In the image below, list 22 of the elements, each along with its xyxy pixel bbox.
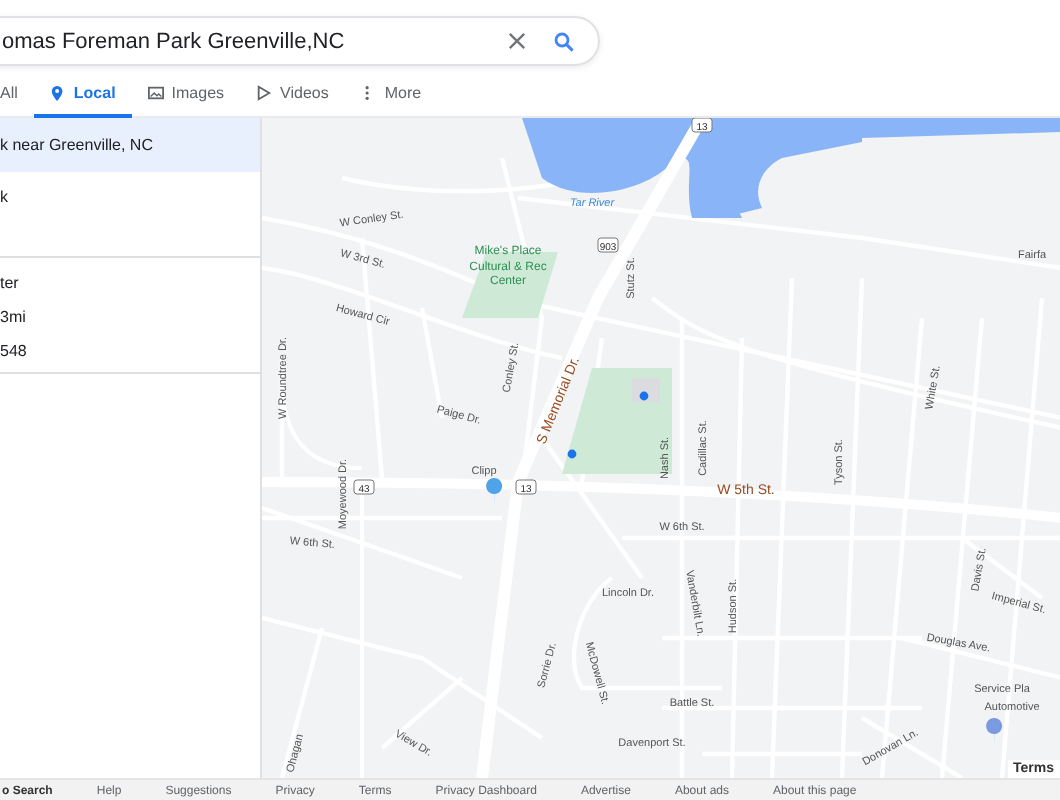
close-icon[interactable] [508, 32, 526, 50]
result-text: ter [0, 274, 21, 292]
search-field[interactable]: omas Foreman Park Greenville,NC [0, 16, 600, 66]
results-header: k near Greenville, NC [0, 118, 260, 172]
pin-icon [49, 83, 66, 101]
play-icon [256, 83, 273, 101]
tab[interactable]: All [0, 78, 34, 118]
result-item[interactable]: ter 3mi 548 [0, 258, 260, 374]
tab[interactable]: More [344, 78, 438, 118]
result-item[interactable]: k [0, 172, 260, 258]
location-dot[interactable] [639, 391, 649, 401]
building-shape [632, 378, 660, 402]
location-dot[interactable] [567, 449, 577, 459]
result-text: 3mi [0, 308, 28, 326]
result-text: 548 [0, 342, 29, 360]
park-area [462, 252, 558, 318]
tab[interactable]: Images [131, 78, 241, 118]
tab[interactable]: Videos [240, 78, 345, 118]
image-icon [147, 83, 164, 101]
search-input[interactable]: omas Foreman Park Greenville,NC [2, 29, 492, 53]
search-icon[interactable] [554, 31, 574, 51]
result-text: k [0, 188, 10, 206]
